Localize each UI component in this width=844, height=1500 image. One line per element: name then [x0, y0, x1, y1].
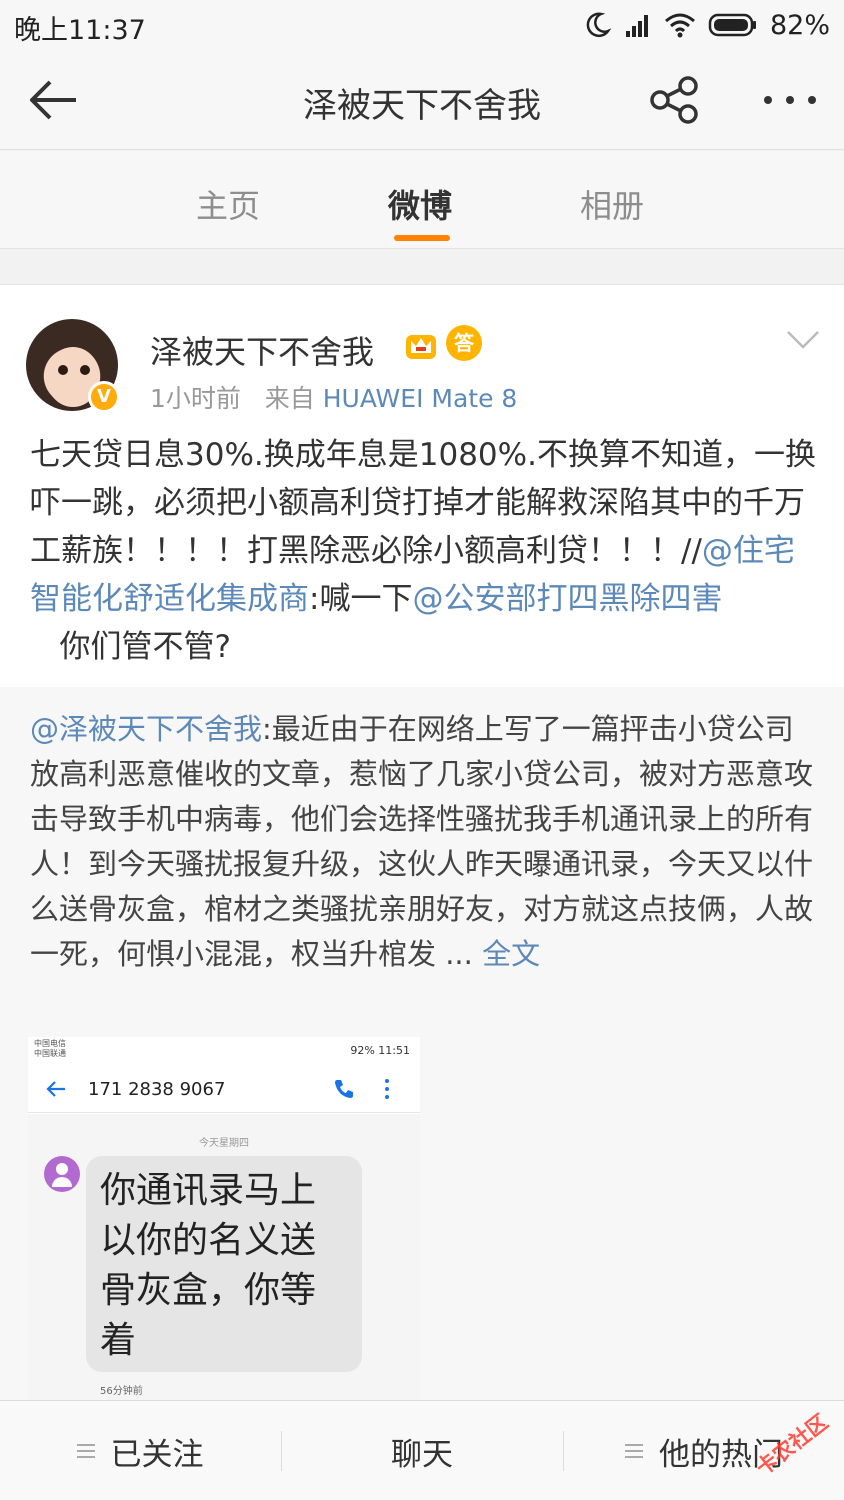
- post-time: 1小时前: [150, 384, 241, 413]
- image-message-time: 56分钟前: [100, 1386, 143, 1397]
- bottom-toolbar: 已关注 聊天 他的热门: [0, 1400, 844, 1500]
- tab-album[interactable]: 相册: [580, 181, 644, 227]
- share-icon[interactable]: [646, 72, 706, 128]
- avatar-eye: [58, 365, 68, 375]
- active-tab-indicator: [394, 235, 450, 241]
- wifi-icon: [665, 13, 695, 38]
- chevron-down-icon[interactable]: [786, 329, 820, 351]
- more-vertical-icon: [385, 1079, 389, 1099]
- follow-label: 已关注: [110, 1436, 204, 1473]
- signal-icon: [625, 15, 648, 37]
- status-time: 晚上11:37: [14, 15, 146, 46]
- mention-link[interactable]: @泽被天下不舍我: [30, 712, 262, 746]
- contact-avatar-icon: [44, 1156, 80, 1192]
- phone-icon: [335, 1080, 353, 1098]
- page-title: 泽被天下不舍我: [303, 86, 541, 126]
- repost-block[interactable]: @泽被天下不舍我:最近由于在网络上写了一篇抨击小贷公司放高利恶意催收的文章，惹恼…: [0, 687, 844, 1401]
- back-arrow-icon: [46, 1081, 65, 1097]
- attached-image[interactable]: 中国电信 中国联通 92% 11:51 171 2838 9067 今天星期四 …: [28, 1037, 420, 1401]
- image-day-label: 今天星期四: [199, 1138, 249, 1149]
- image-app-bar: 171 2838 9067: [28, 1067, 420, 1113]
- moon-icon: [586, 12, 612, 38]
- image-message-bubble: 你通讯录马上以你的名义送骨灰盒，你等着: [86, 1156, 362, 1372]
- follow-button[interactable]: 已关注: [0, 1401, 280, 1500]
- crown-icon: [406, 335, 436, 359]
- avatar-eye: [80, 365, 90, 375]
- post-text-body: :喊一下: [309, 581, 413, 617]
- answer-badge-icon: 答: [446, 325, 482, 361]
- battery-percent: 82%: [769, 9, 830, 41]
- post-meta: 1小时前 来自 HUAWEI Mate 8: [150, 379, 517, 415]
- menu-icon: [76, 1444, 95, 1458]
- post-text-body: 七天贷日息30%.换成年息是1080%.不换算不知道，一换吓一跳，必须把小额高利…: [30, 437, 816, 569]
- image-carrier: 中国电信 中国联通: [34, 1039, 66, 1059]
- more-icon[interactable]: [758, 72, 822, 128]
- post-card: V 泽被天下不舍我 答 1小时前 来自 HUAWEI Mate 8 七天贷日息3…: [0, 284, 844, 1401]
- image-phone-number: 171 2838 9067: [88, 1079, 226, 1100]
- screen: 晚上11:37 82% 泽被天下不舍我 主页 微博 相册 V 泽被天下不舍我 答…: [0, 0, 844, 1500]
- profile-tabs: 主页 微博 相册: [0, 151, 844, 249]
- tab-home[interactable]: 主页: [196, 181, 260, 227]
- post-from-label: 来自: [264, 384, 315, 413]
- post-author-name[interactable]: 泽被天下不舍我: [150, 327, 374, 373]
- chat-label: 聊天: [391, 1436, 453, 1473]
- image-status-bar: 中国电信 中国联通 92% 11:51: [28, 1037, 420, 1067]
- nav-bar: 泽被天下不舍我: [0, 50, 844, 150]
- post-source[interactable]: HUAWEI Mate 8: [323, 384, 518, 413]
- tab-weibo[interactable]: 微博: [388, 181, 452, 227]
- verified-badge-icon: V: [88, 381, 120, 413]
- chat-button[interactable]: 聊天: [282, 1401, 562, 1500]
- status-bar: 晚上11:37 82%: [0, 0, 844, 50]
- image-carrier-1: 中国电信: [34, 1039, 66, 1048]
- post-text-body: 你们管不管?: [30, 629, 232, 665]
- post-text: 七天贷日息30%.换成年息是1080%.不换算不知道，一换吓一跳，必须把小额高利…: [30, 431, 820, 671]
- repost-text: @泽被天下不舍我:最近由于在网络上写了一篇抨击小贷公司放高利恶意催收的文章，惹恼…: [30, 707, 820, 977]
- battery-icon: [708, 13, 756, 37]
- image-message-area: 今天星期四 你通讯录马上以你的名义送骨灰盒，你等着 56分钟前: [28, 1114, 420, 1401]
- image-carrier-2: 中国联通: [34, 1049, 66, 1058]
- status-icons: 82%: [582, 6, 830, 44]
- read-more-link[interactable]: 全文: [482, 937, 540, 971]
- menu-icon: [625, 1444, 643, 1458]
- image-status-right: 92% 11:51: [350, 1044, 410, 1057]
- repost-body: :最近由于在网络上写了一篇抨击小贷公司放高利恶意催收的文章，惹恼了几家小贷公司，…: [30, 712, 814, 971]
- mention-link[interactable]: @公安部打四黑除四害: [412, 581, 722, 617]
